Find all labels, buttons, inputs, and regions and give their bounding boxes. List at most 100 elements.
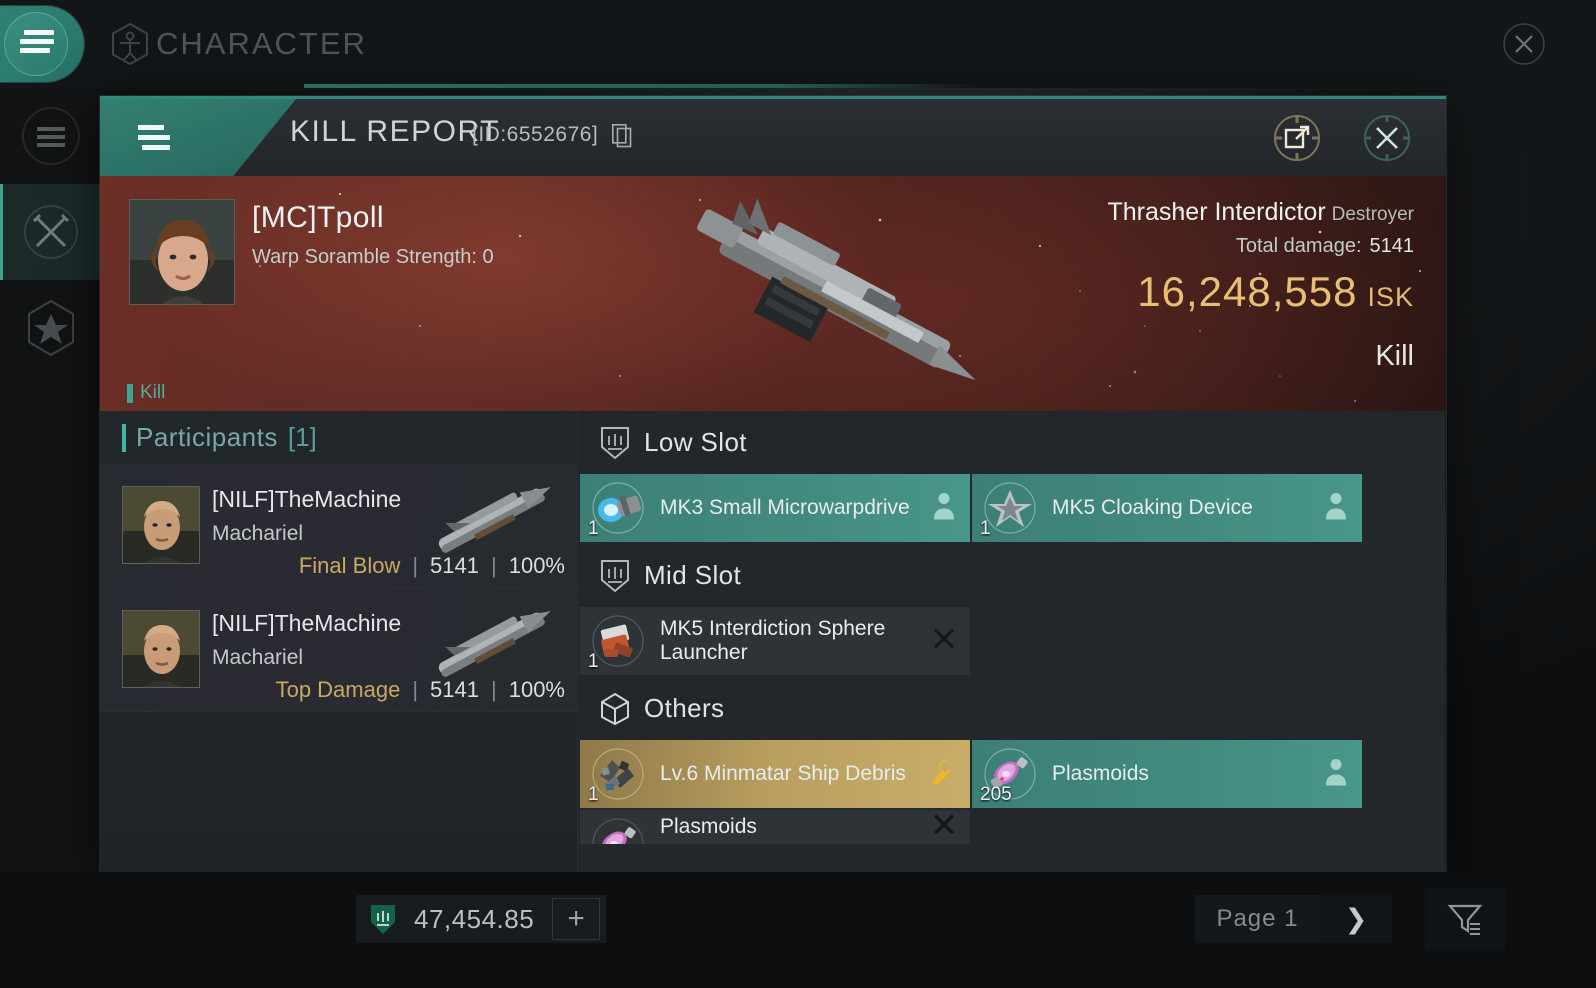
isk-amount: 16,248,558: [1137, 268, 1358, 315]
kill-result: Kill: [1375, 340, 1414, 372]
victim-avatar: [129, 199, 235, 305]
sidebar-item-favorites[interactable]: [0, 280, 102, 376]
participant-badge: Final Blow: [298, 553, 401, 578]
participant-stats: Top Damage | 5141 | 100%: [276, 677, 565, 703]
participant-percent: 100%: [508, 677, 565, 702]
participant-badge: Top Damage: [275, 677, 401, 702]
participant-name: [NILF]TheMachine: [212, 610, 402, 636]
slot-shield-icon: [601, 426, 629, 459]
vitruvian-character-icon: [112, 22, 148, 66]
total-damage-value: 5141: [1369, 235, 1415, 257]
fitting-item-name: MK5 Cloaking Device: [1052, 496, 1253, 519]
section-title: Low Slot: [644, 427, 747, 457]
participant-name: [NILF]TheMachine: [212, 486, 402, 512]
avatar: [122, 486, 200, 564]
kill-summary: Thrasher Interdictor Destroyer Total dama…: [1108, 198, 1415, 316]
fitting-item[interactable]: MK3 Small Microwarpdrive 1: [580, 474, 970, 542]
participant-stats: Final Blow | 5141 | 100%: [299, 553, 565, 579]
fitting-section-header-low: Low Slot: [578, 411, 1445, 474]
ship-name-text: Thrasher Interdictor: [1107, 198, 1326, 226]
window-header: KILL REPORT [ID:6552676]: [100, 99, 1446, 176]
fitting-item-marker: [932, 813, 956, 842]
fitting-item-qty: 1: [588, 651, 599, 672]
window-menu-tab[interactable]: [100, 99, 296, 176]
participants-label: Participants: [136, 422, 278, 452]
header-accent-strip: [304, 84, 980, 88]
fitting-item-qty: 1: [980, 518, 991, 539]
separator: |: [412, 553, 419, 578]
section-accent-bar: [122, 423, 126, 452]
fitting-item-marker: [1324, 492, 1348, 525]
fitting-item[interactable]: MK5 Cloaking Device 1: [972, 474, 1362, 542]
next-page-button[interactable]: ❯: [1320, 895, 1392, 943]
victim-ship-image: [697, 198, 976, 381]
close-icon[interactable]: [1362, 113, 1412, 163]
fitting-item[interactable]: MK5 Interdiction Sphere Launcher 1: [580, 607, 970, 675]
fitting-grid-others: Lv.6 Minmatar Ship Debris 1 Plasmoids 20…: [578, 740, 1445, 846]
participant-percent: 100%: [508, 553, 565, 578]
fitting-item-name: Plasmoids: [1052, 762, 1149, 785]
fitting-item-name: Plasmoids: [660, 815, 757, 838]
list-lines-icon: [22, 107, 80, 165]
window-body: Participants [1] [NILF]TheMachine Machar…: [100, 411, 1446, 872]
participants-header: Participants [1]: [100, 411, 577, 464]
copy-icon[interactable]: [612, 124, 632, 148]
isk-balance-value: 47,454.85: [414, 903, 535, 934]
star-hex-icon: [28, 299, 74, 357]
wrench-icon: [932, 759, 951, 785]
warp-scramble-strength: Warp Soramble Strength: 0: [252, 246, 494, 268]
fitting-item-qty: 1: [588, 784, 599, 805]
kill-tag-label: Kill: [140, 382, 166, 403]
crossed-swords-icon: [24, 205, 78, 259]
participants-panel: Participants [1] [NILF]TheMachine Machar…: [100, 411, 578, 872]
sidebar-item-combat[interactable]: [0, 184, 102, 280]
person-icon: [1326, 759, 1346, 786]
fitting-item-name: Lv.6 Minmatar Ship Debris: [660, 762, 906, 785]
left-rail: [0, 88, 102, 988]
x-icon: [933, 814, 955, 835]
fitting-grid-low: MK3 Small Microwarpdrive 1 MK5 Cloaking …: [578, 474, 1445, 544]
participant-row[interactable]: [NILF]TheMachine Machariel Final Blow |: [100, 464, 577, 588]
kill-tag: Kill: [127, 382, 165, 404]
fitting-item-marker: [932, 492, 956, 525]
isk-unit: ISK: [1367, 282, 1414, 312]
isk-value: 16,248,558 ISK: [1108, 268, 1415, 316]
victim-ship-name: Thrasher Interdictor Destroyer: [1108, 198, 1415, 227]
fitting-item-marker: [1324, 758, 1348, 791]
ship-class-text: Destroyer: [1331, 204, 1414, 225]
fitting-item-qty: 1: [588, 518, 599, 539]
participant-ship: Machariel: [212, 646, 304, 669]
cube-icon: [601, 692, 629, 725]
avatar: [122, 610, 200, 688]
hamburger-icon[interactable]: [138, 125, 170, 150]
kill-tag-bar: [127, 383, 133, 403]
section-title: Mid Slot: [644, 560, 742, 590]
fitting-item-marker: [928, 758, 956, 791]
page-title: CHARACTER: [110, 22, 367, 66]
external-link-icon[interactable]: [1272, 113, 1322, 163]
fitting-item[interactable]: Plasmoids 205: [972, 740, 1362, 808]
close-icon[interactable]: [1502, 22, 1546, 66]
plasmoid-icon: [592, 818, 644, 844]
sidebar-item-menu[interactable]: [0, 88, 102, 184]
add-isk-button[interactable]: +: [552, 898, 601, 940]
separator: |: [412, 677, 419, 702]
hamburger-icon: [20, 30, 54, 56]
fitting-item-marker: [932, 627, 956, 656]
fitting-grid-mid: MK5 Interdiction Sphere Launcher 1: [578, 607, 1445, 677]
person-icon: [1326, 493, 1346, 520]
page-indicator[interactable]: Page 1: [1195, 895, 1320, 943]
pagination: Page 1 ❯: [1195, 895, 1392, 943]
separator: |: [491, 553, 497, 578]
person-icon: [934, 493, 954, 520]
victim-name: [MC]Tpoll: [252, 201, 384, 234]
fitting-item-qty: 205: [980, 784, 1012, 805]
fitting-panel: Low Slot MK3 Small Microwarpdrive 1 MK5 …: [578, 411, 1445, 872]
kill-banner: [MC]Tpoll Warp Soramble Strength: 0 Kill…: [100, 176, 1446, 411]
participant-ship: Machariel: [212, 522, 304, 545]
fitting-item[interactable]: Plasmoids: [580, 810, 970, 844]
participant-row[interactable]: [NILF]TheMachine Machariel Top Damage |: [100, 588, 577, 712]
main-menu-button[interactable]: [0, 6, 84, 82]
filter-button[interactable]: [1425, 888, 1505, 950]
fitting-item[interactable]: Lv.6 Minmatar Ship Debris 1: [580, 740, 970, 808]
